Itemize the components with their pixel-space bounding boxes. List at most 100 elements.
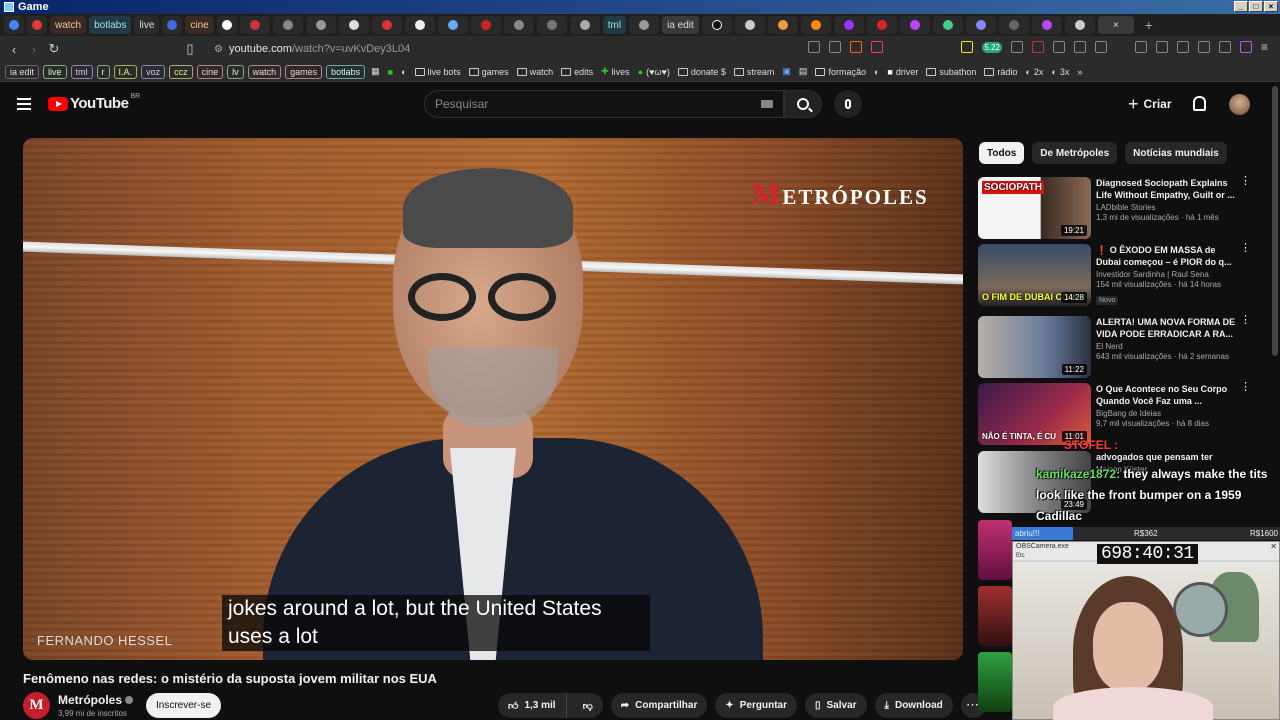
tab-g[interactable] bbox=[216, 16, 237, 34]
tab-favicon[interactable] bbox=[371, 16, 402, 34]
recommendation-channel[interactable]: BigBang de Ideias bbox=[1096, 409, 1236, 418]
recommendation-title[interactable]: O Que Acontece no Seu Corpo Quando Você … bbox=[1096, 383, 1236, 407]
video-thumbnail[interactable] bbox=[978, 586, 1012, 646]
tab-favicon[interactable] bbox=[239, 16, 270, 34]
chip-channel[interactable]: De Metrópoles bbox=[1032, 142, 1118, 164]
tab-favicon[interactable] bbox=[1064, 16, 1095, 34]
leo-icon[interactable] bbox=[1239, 41, 1252, 53]
tab-watch[interactable]: watch bbox=[50, 16, 87, 34]
tab-favicon[interactable] bbox=[932, 16, 963, 34]
download-button[interactable]: ⤓ Download bbox=[874, 693, 953, 718]
tab-favicon[interactable] bbox=[701, 16, 732, 34]
tab-favicon[interactable] bbox=[536, 16, 567, 34]
bookmark-icon[interactable]: ▯ bbox=[180, 41, 200, 57]
maximize-button[interactable]: □ bbox=[1249, 1, 1263, 12]
extension-icon[interactable] bbox=[1094, 41, 1107, 53]
recommendation-channel[interactable]: El Nerd bbox=[1096, 342, 1236, 351]
chip-all[interactable]: Todos bbox=[979, 142, 1025, 164]
video-thumbnail[interactable] bbox=[978, 652, 1012, 712]
recommendation-title[interactable]: Diagnosed Sociopath Explains Life Withou… bbox=[1096, 177, 1236, 201]
kebab-menu-icon[interactable]: ⋮ bbox=[1240, 315, 1251, 330]
menu-icon[interactable] bbox=[17, 98, 31, 110]
tab-1[interactable] bbox=[27, 16, 47, 34]
tab-current[interactable]: × bbox=[1097, 16, 1134, 34]
recommendation-item[interactable]: SOCIOPATH 19:21 Diagnosed Sociopath Expl… bbox=[978, 176, 1268, 239]
extension-icon[interactable] bbox=[1031, 41, 1044, 53]
recommendation-title[interactable]: ❗ O ÊXODO EM MASSA de Dubai começou – é … bbox=[1096, 244, 1236, 268]
tab-favicon[interactable] bbox=[767, 16, 798, 34]
vpn-icon[interactable] bbox=[1218, 41, 1231, 53]
notifications-icon[interactable] bbox=[1193, 96, 1206, 111]
bookmark-icon[interactable]: ◐ bbox=[399, 67, 408, 77]
tab-favicon[interactable] bbox=[1031, 16, 1062, 34]
extension-badge[interactable]: 5.22 bbox=[982, 41, 1002, 53]
tab-0[interactable] bbox=[4, 16, 24, 34]
page-scrollbar[interactable] bbox=[1272, 86, 1278, 356]
extension-icon[interactable] bbox=[1073, 41, 1086, 53]
like-button[interactable]: 👍︎ 1,3 mil bbox=[498, 693, 567, 718]
bookmark-chip[interactable]: r bbox=[96, 64, 110, 79]
bookmarks-overflow-icon[interactable]: » bbox=[1075, 67, 1084, 77]
video-thumbnail[interactable]: O FIM DE DUBAI COM 14:28 bbox=[978, 244, 1091, 306]
video-thumbnail[interactable]: NÃO É TINTA, É CU 11:01 bbox=[978, 383, 1091, 445]
bookmark-icon[interactable]: ▣ bbox=[780, 66, 793, 77]
close-icon[interactable]: ✕ bbox=[1270, 542, 1277, 552]
site-info-icon[interactable]: ⚙ bbox=[214, 44, 223, 55]
bookmark-chip[interactable]: live bbox=[43, 64, 67, 79]
keyboard-icon[interactable] bbox=[761, 100, 773, 108]
cast-icon[interactable] bbox=[808, 41, 821, 53]
bookmark-chip[interactable]: cine bbox=[196, 64, 224, 79]
close-tab-icon[interactable]: × bbox=[1113, 20, 1119, 31]
bookmark-3x[interactable]: ◐ 3x bbox=[1049, 67, 1071, 77]
search-button[interactable] bbox=[784, 90, 822, 118]
bookmark-icon[interactable]: ▤ bbox=[797, 66, 810, 77]
tab-favicon[interactable] bbox=[305, 16, 336, 34]
recommendation-item[interactable]: O FIM DE DUBAI COM 14:28 ❗ O ÊXODO EM MA… bbox=[978, 243, 1268, 306]
tab-favicon[interactable] bbox=[800, 16, 831, 34]
tab-favicon[interactable] bbox=[629, 16, 660, 34]
tab-botlabs[interactable]: botlabs bbox=[89, 16, 132, 34]
bookmark-radio[interactable]: rádio bbox=[982, 67, 1019, 77]
tab-ia-edit[interactable]: ia edit bbox=[662, 16, 699, 34]
url-field[interactable]: ⚙ youtube.com/watch?v=uvKvDey3L04 bbox=[214, 43, 410, 55]
bookmark-icon[interactable]: ■ bbox=[386, 67, 395, 77]
bookmark-formacao[interactable]: formação bbox=[813, 67, 868, 77]
bookmark-stream[interactable]: stream bbox=[732, 67, 777, 77]
bookmark-games[interactable]: games bbox=[467, 67, 511, 77]
create-button[interactable]: + Criar bbox=[1128, 92, 1172, 116]
apps-grid-icon[interactable]: ▦ bbox=[369, 66, 382, 77]
bookmark-chip[interactable]: ccz bbox=[169, 64, 193, 79]
bookmark-chip[interactable]: I.A. bbox=[113, 64, 138, 79]
tab-live[interactable]: live bbox=[134, 16, 160, 34]
bookmark-edits[interactable]: edits bbox=[559, 67, 595, 77]
bookmark-2x[interactable]: ◐ 2x bbox=[1023, 67, 1045, 77]
tab-favicon[interactable] bbox=[503, 16, 534, 34]
bookmark-kaomoji[interactable]: ● (♥ω♥) bbox=[636, 67, 672, 77]
channel-name[interactable]: Metrópoles bbox=[58, 693, 122, 707]
avatar[interactable] bbox=[1229, 94, 1250, 115]
bookmark-live-bots[interactable]: live bots bbox=[413, 67, 463, 77]
bookmark-watch[interactable]: watch bbox=[515, 67, 556, 77]
extension-icon[interactable] bbox=[1010, 41, 1023, 53]
ask-button[interactable]: ✦ Perguntar bbox=[715, 693, 797, 718]
kebab-menu-icon[interactable]: ⋮ bbox=[1240, 243, 1251, 258]
video-thumbnail[interactable]: SOCIOPATH 19:21 bbox=[978, 177, 1091, 239]
tab-favicon[interactable] bbox=[965, 16, 996, 34]
bookmark-chip[interactable]: ia edit bbox=[5, 64, 40, 79]
brave-shield-icon[interactable] bbox=[850, 41, 863, 53]
tab-tml[interactable]: tml bbox=[602, 16, 627, 34]
tab-favicon[interactable] bbox=[569, 16, 600, 34]
menu-icon[interactable]: ≡ bbox=[1261, 40, 1268, 54]
recommendation-item[interactable]: NÃO É TINTA, É CU 11:01 O Que Acontece n… bbox=[978, 382, 1268, 445]
tab-favicon[interactable] bbox=[470, 16, 501, 34]
tab-favicon[interactable] bbox=[833, 16, 864, 34]
bookmark-chip[interactable]: voz bbox=[141, 64, 166, 79]
tab-favicon[interactable] bbox=[998, 16, 1029, 34]
subscribe-button[interactable]: Inscrever-se bbox=[146, 693, 222, 718]
tab-favicon[interactable] bbox=[437, 16, 468, 34]
reload-icon[interactable]: ↻ bbox=[44, 41, 64, 57]
recommendation-channel[interactable]: Investidor Sardinha | Raul Sena bbox=[1096, 270, 1236, 279]
channel-avatar[interactable]: M bbox=[23, 692, 50, 719]
kebab-menu-icon[interactable]: ⋮ bbox=[1240, 382, 1251, 397]
tab-favicon[interactable] bbox=[338, 16, 369, 34]
